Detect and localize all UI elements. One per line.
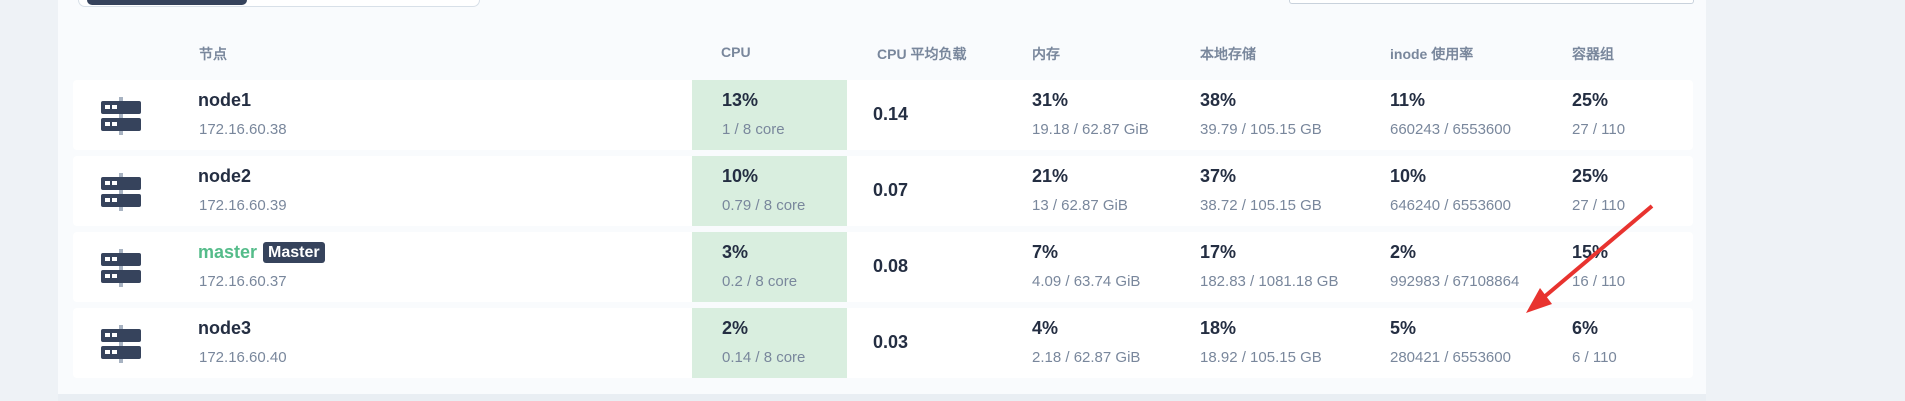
view-tabs[interactable] — [78, 0, 480, 7]
storage-detail: 39.79 / 105.15 GB — [1200, 121, 1322, 138]
cpu-percent: 3% — [722, 242, 749, 262]
inode-detail: 646240 / 6553600 — [1390, 197, 1511, 214]
pods-percent: 25% — [1572, 166, 1609, 186]
node-name[interactable]: node3 — [198, 318, 251, 338]
cpu-load: 0.14 — [873, 104, 909, 124]
storage-detail: 182.83 / 1081.18 GB — [1200, 273, 1339, 290]
node-ip: 172.16.60.40 — [199, 349, 287, 366]
storage-percent: 17% — [1200, 242, 1237, 262]
cpu-cell — [692, 308, 847, 378]
pods-detail: 16 / 110 — [1572, 273, 1626, 290]
table-row[interactable]: node2 172.16.60.39 10% 0.79 / 8 core 0.0… — [73, 156, 1693, 226]
pods-detail: 27 / 110 — [1572, 121, 1626, 138]
memory-detail: 4.09 / 63.74 GiB — [1032, 273, 1141, 290]
server-icon — [101, 97, 141, 135]
pods-percent: 6% — [1572, 318, 1599, 338]
pods-detail: 27 / 110 — [1572, 197, 1626, 214]
column-header-inode[interactable]: inode 使用率 — [1390, 44, 1473, 64]
cpu-load: 0.07 — [873, 180, 909, 200]
server-icon — [101, 325, 141, 363]
column-header-storage[interactable]: 本地存储 — [1200, 44, 1256, 64]
pods-detail: 6 / 110 — [1572, 349, 1617, 366]
master-badge: Master — [263, 242, 325, 263]
memory-detail: 2.18 / 62.87 GiB — [1032, 349, 1141, 366]
memory-percent: 7% — [1032, 242, 1059, 262]
node-ip: 172.16.60.37 — [199, 273, 287, 290]
inode-detail: 660243 / 6553600 — [1390, 121, 1511, 138]
memory-percent: 31% — [1032, 90, 1069, 110]
inode-detail: 992983 / 67108864 — [1390, 273, 1520, 290]
memory-percent: 4% — [1032, 318, 1059, 338]
tab-active[interactable] — [87, 0, 247, 5]
cpu-detail: 0.14 / 8 core — [722, 349, 806, 366]
column-header-pods[interactable]: 容器组 — [1572, 44, 1614, 64]
storage-percent: 38% — [1200, 90, 1237, 110]
pods-percent: 15% — [1572, 242, 1609, 262]
cpu-load: 0.03 — [873, 332, 909, 352]
cpu-detail: 1 / 8 core — [722, 121, 785, 138]
node-name[interactable]: master — [198, 242, 257, 262]
cpu-cell — [692, 156, 847, 226]
inode-percent: 10% — [1390, 166, 1427, 186]
table-row[interactable]: node3 172.16.60.40 2% 0.14 / 8 core 0.03… — [73, 308, 1693, 378]
column-header-node[interactable]: 节点 — [199, 44, 227, 64]
node-name[interactable]: node2 — [198, 166, 251, 186]
column-header-memory[interactable]: 内存 — [1032, 44, 1060, 64]
memory-detail: 19.18 / 62.87 GiB — [1032, 121, 1149, 138]
node-name-line[interactable]: master Master — [198, 242, 325, 263]
node-ip: 172.16.60.39 — [199, 197, 287, 214]
cpu-cell — [692, 80, 847, 150]
node-name-line[interactable]: node2 — [198, 166, 251, 187]
panel-divider — [58, 394, 1706, 401]
inode-percent: 5% — [1390, 318, 1417, 338]
table-row[interactable]: node1 172.16.60.38 13% 1 / 8 core 0.14 3… — [73, 80, 1693, 150]
server-icon — [101, 173, 141, 211]
node-name-line[interactable]: node3 — [198, 318, 251, 339]
column-header-cpu[interactable]: CPU — [721, 44, 751, 60]
inode-percent: 11% — [1390, 90, 1426, 110]
cpu-detail: 0.79 / 8 core — [722, 197, 806, 214]
cpu-cell — [692, 232, 847, 302]
pods-percent: 25% — [1572, 90, 1609, 110]
storage-percent: 18% — [1200, 318, 1237, 338]
storage-percent: 37% — [1200, 166, 1237, 186]
server-icon — [101, 249, 141, 287]
cpu-load: 0.08 — [873, 256, 909, 276]
table-row[interactable]: master Master 172.16.60.37 3% 0.2 / 8 cor… — [73, 232, 1693, 302]
inode-percent: 2% — [1390, 242, 1417, 262]
node-name[interactable]: node1 — [198, 90, 251, 110]
search-input[interactable] — [1289, 0, 1694, 4]
table-header: 节点 CPU CPU 平均负载 内存 本地存储 inode 使用率 容器组 — [0, 44, 1905, 64]
node-ip: 172.16.60.38 — [199, 121, 287, 138]
cpu-detail: 0.2 / 8 core — [722, 273, 798, 290]
memory-detail: 13 / 62.87 GiB — [1032, 197, 1128, 214]
cpu-percent: 13% — [722, 90, 759, 110]
cpu-percent: 10% — [722, 166, 759, 186]
column-header-cpu-load[interactable]: CPU 平均负载 — [877, 44, 966, 64]
memory-percent: 21% — [1032, 166, 1069, 186]
inode-detail: 280421 / 6553600 — [1390, 349, 1511, 366]
storage-detail: 38.72 / 105.15 GB — [1200, 197, 1322, 214]
node-name-line[interactable]: node1 — [198, 90, 251, 111]
cpu-percent: 2% — [722, 318, 749, 338]
storage-detail: 18.92 / 105.15 GB — [1200, 349, 1322, 366]
